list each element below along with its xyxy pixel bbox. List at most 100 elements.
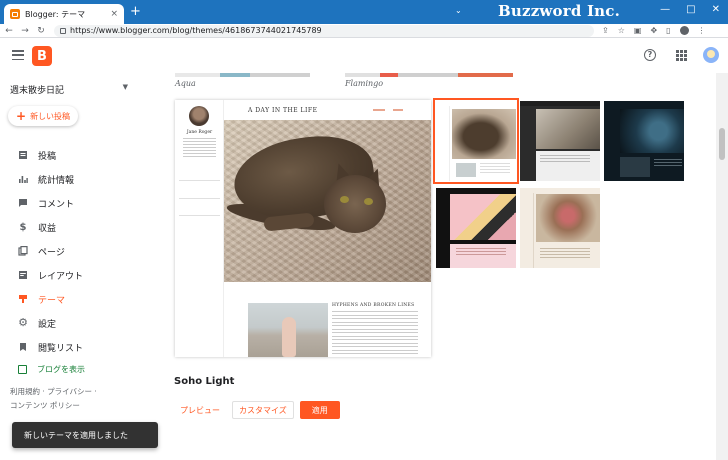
sidebar-item-label: 投稿 [38,151,57,162]
preview-figure [282,317,296,357]
sidebar-item-label: 統計情報 [38,175,75,186]
scrollbar-thumb[interactable] [719,128,725,160]
sidebar-item-pages[interactable]: ページ [0,239,140,263]
reading-list-icon [18,342,28,352]
browser-tab-strip: Blogger: テーマ × + ⌄ Buzzword Inc. — □ ✕ [0,0,728,24]
preview-sidebar: Jane Roger [175,100,224,357]
new-post-button[interactable]: + 新しい投稿 [8,106,78,126]
view-blog-link[interactable]: ブログを表示 [0,361,85,377]
sidebar-item-label: 閲覧リスト [38,343,84,354]
blog-selector[interactable]: 週末散歩日記 ▼ [10,83,128,96]
toast-message: 新しいテーマを適用しました [24,430,128,440]
back-arrow-icon[interactable]: ← [2,26,16,36]
cat-head [324,175,386,233]
url-text: https://www.blogger.com/blog/themes/4618… [70,26,322,35]
extension-icon[interactable]: ▣ [634,26,642,35]
theme-large-preview[interactable]: Jane Roger A DAY IN THE LIFE HYPHENS AND… [175,100,431,357]
sidebar: 週末散歩日記 ▼ + 新しい投稿 投稿 統計情報 コメント $ 収益 ページ レ… [0,73,140,460]
view-blog-label: ブログを表示 [37,364,85,374]
aqua-thumb-edge[interactable] [175,73,220,77]
theme-thumb-soho-pink[interactable] [436,188,516,268]
sidebar-item-label: ページ [38,247,65,258]
forward-arrow-icon[interactable]: → [18,26,32,36]
browser-profile-icon[interactable] [679,26,689,35]
layout-icon [18,270,28,280]
sidebar-item-theme[interactable]: テーマ [0,287,140,311]
flamingo-thumb-edge-3 [458,73,513,77]
thumb-header [520,101,600,106]
thumb-sidebar [520,193,534,268]
share-icon[interactable]: ⇪ [602,26,609,35]
bookmark-star-icon[interactable]: ☆ [618,26,625,35]
theme-thumb-soho-beige[interactable] [520,188,600,268]
comments-icon [18,198,28,208]
preview-blog-title: A DAY IN THE LIFE [248,106,318,114]
thumb-text [480,163,510,175]
footer-links-line1[interactable]: 利用規約 · プライバシー · [10,385,97,399]
hamburger-menu-icon[interactable] [12,50,24,60]
theme-thumb-soho-light[interactable] [433,98,519,184]
snackbar-toast: 新しいテーマを適用しました [12,422,158,448]
close-window-button[interactable]: ✕ [712,4,720,15]
blogger-logo-icon[interactable]: B [32,46,52,66]
customize-button[interactable]: カスタマイズ [232,401,294,419]
blogger-favicon-icon [10,9,20,19]
sidebar-item-label: レイアウト [38,271,84,282]
maximize-button[interactable]: □ [686,4,695,15]
preview-nav-link [393,109,403,111]
preview-post: HYPHENS AND BROKEN LINES [224,282,431,357]
address-bar: ← → ↻ https://www.blogger.com/blog/theme… [0,24,728,38]
sidebar-item-settings[interactable]: ⚙ 設定 [0,311,140,335]
new-tab-button[interactable]: + [130,5,141,19]
tab-search-chevron-icon[interactable]: ⌄ [455,6,462,15]
theme-label-flamingo: Flamingo [345,79,384,88]
sidebar-item-comments[interactable]: コメント [0,191,140,215]
thumb-room-image [536,109,600,149]
flamingo-thumb-edge-2 [398,73,458,77]
preview-post-text [332,311,418,357]
theme-thumb-soho-dark[interactable] [520,101,600,181]
sidebar-item-reading-list[interactable]: 閲覧リスト [0,335,140,359]
brand-watermark: Buzzword Inc. [498,2,621,20]
apply-button[interactable]: 適用 [299,401,340,419]
preview-divider [179,198,220,199]
help-icon[interactable]: ? [644,49,656,61]
theme-thumb-soho-night[interactable] [604,101,684,181]
flamingo-thumb-edge[interactable] [345,73,380,77]
browser-toolbar-icons: ⇪ ☆ ▣ ✥ ▯ ⋮ [602,26,706,35]
new-post-label: 新しい投稿 [30,111,71,121]
preview-author-name: Jane Roger [186,130,213,135]
sidebar-item-layout[interactable]: レイアウト [0,263,140,287]
reload-icon[interactable]: ↻ [34,26,48,36]
thumb-text [540,248,590,260]
lock-icon [60,27,66,34]
footer-links-line2[interactable]: コンテンツ ポリシー [10,399,97,413]
footer-links: 利用規約 · プライバシー · コンテンツ ポリシー [10,385,97,413]
tab-title: Blogger: テーマ [25,9,86,19]
browser-tab[interactable]: Blogger: テーマ × [4,4,124,24]
sidebar-item-stats[interactable]: 統計情報 [0,167,140,191]
cat-eye [340,196,349,203]
thumb-night-image [620,109,684,153]
minimize-button[interactable]: — [660,4,670,15]
preview-button[interactable]: プレビュー [174,401,226,419]
sidebar-item-posts[interactable]: 投稿 [0,143,140,167]
preview-post-title: HYPHENS AND BROKEN LINES [332,303,415,308]
theme-label-aqua: Aqua [175,79,196,88]
puzzle-extensions-icon[interactable]: ✥ [650,26,657,35]
main-scrollbar[interactable] [716,73,728,460]
thumb-text [654,159,682,168]
theme-icon [18,294,28,304]
google-apps-icon[interactable] [676,50,687,61]
tab-close-icon[interactable]: × [110,9,118,19]
side-panel-icon[interactable]: ▯ [666,26,670,35]
theme-action-buttons: プレビュー カスタマイズ 適用 [174,401,340,419]
url-field[interactable]: https://www.blogger.com/blog/themes/4618… [54,24,594,37]
browser-menu-icon[interactable]: ⋮ [698,26,706,35]
account-avatar[interactable] [703,47,719,63]
flamingo-thumb-edge-accent [380,73,398,77]
sidebar-item-earnings[interactable]: $ 収益 [0,215,140,239]
sidebar-item-label: テーマ [38,295,66,306]
preview-divider [179,215,220,216]
sidebar-item-label: 収益 [38,223,57,234]
